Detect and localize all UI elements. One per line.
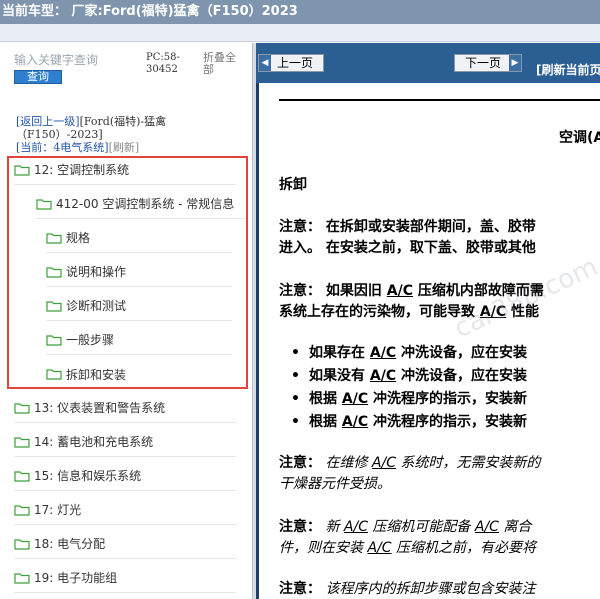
tree-item-19[interactable]: 19: 电子功能组 xyxy=(14,563,236,593)
text-run: 根据 xyxy=(309,391,342,407)
folder-icon xyxy=(14,538,30,550)
text-run: 该程序内的拆卸步骤或包含安装注 xyxy=(321,581,536,597)
window-title: 当前车型： 厂家:Ford(福特)猛禽（F150）2023 xyxy=(0,0,600,24)
note4-line2: 件，则在安装 A/C 压缩机之前，有必要将 xyxy=(279,538,600,559)
pc-line2: 30452 xyxy=(146,64,178,75)
breadcrumb: [返回上一级][Ford(福特)-猛禽 （F150）-2023] [当前：4电气… xyxy=(16,115,246,154)
tree-label: 13: 仪表装置和警告系统 xyxy=(34,401,166,415)
back-link[interactable]: [返回上一级] xyxy=(16,115,80,128)
folder-icon xyxy=(14,504,30,516)
bullet-4: 根据 A/C 冲洗程序的指示，安装新 xyxy=(291,411,527,433)
header-rule xyxy=(279,99,600,101)
refresh-page-link[interactable]: [刷新当前页 xyxy=(536,61,600,78)
arrow-left-icon: ◀ xyxy=(259,55,271,71)
text-run: 压缩机可能配备 xyxy=(367,519,475,535)
next-page-label: 下一页 xyxy=(465,56,502,70)
folder-icon xyxy=(14,402,30,414)
ac-link[interactable]: A/C xyxy=(342,391,368,407)
tree-label: 18: 电气分配 xyxy=(34,537,106,551)
ac-link[interactable]: A/C xyxy=(367,540,391,556)
ac-link[interactable]: A/C xyxy=(370,345,396,361)
left-panel: 输入关键字查询 查询 PC:58- 30452 折叠全部 [返回上一级][For… xyxy=(0,43,252,599)
text-run: 系统时，无需安装新的 xyxy=(395,455,541,471)
search-area: 输入关键字查询 查询 xyxy=(14,51,98,84)
current-prefix: [当前： xyxy=(16,141,54,154)
text-run: 离合 xyxy=(498,519,532,535)
note2-line2: 系统上存在的污染物，可能导致 A/C 性能 xyxy=(279,302,600,323)
current-label: 4电气系统] xyxy=(53,141,109,154)
note-label: 注意： xyxy=(279,581,321,597)
text-run: 冲洗设备，应在安装 xyxy=(396,345,527,361)
ac-link[interactable]: A/C xyxy=(370,368,396,384)
tree-item-15[interactable]: 15: 信息和娱乐系统 xyxy=(14,461,236,491)
note3-line2: 干燥器元件受损。 xyxy=(279,476,391,492)
selection-highlight-box xyxy=(7,156,248,389)
tree-label: 15: 信息和娱乐系统 xyxy=(34,469,142,483)
bullet-3: 根据 A/C 冲洗程序的指示，安装新 xyxy=(291,388,527,410)
tree-label: 14: 蓄电池和充电系统 xyxy=(34,435,154,449)
note4-line1: 注意： 新 A/C 压缩机可能配备 A/C 离合 xyxy=(279,517,600,538)
arrow-right-icon: ▶ xyxy=(509,55,521,71)
prev-page-button[interactable]: ◀ 上一页 xyxy=(258,54,324,72)
refresh-link[interactable]: [刷新] xyxy=(109,141,140,154)
text-run: 新 xyxy=(321,519,344,535)
vehicle-label: [Ford(福特)-猛禽 xyxy=(79,115,167,128)
doc-title: 空调(A xyxy=(559,130,600,146)
tree-item-13[interactable]: 13: 仪表装置和警告系统 xyxy=(14,393,236,423)
note-label: 注意： xyxy=(279,455,321,471)
ac-link[interactable]: A/C xyxy=(342,414,368,430)
text-run: 冲洗程序的指示，安装新 xyxy=(368,414,527,430)
text-run: 在维修 xyxy=(321,455,372,471)
next-page-button[interactable]: 下一页 ▶ xyxy=(454,54,522,72)
folder-icon xyxy=(14,470,30,482)
text-run: 如果没有 xyxy=(309,368,370,384)
note3-line1: 注意： 在维修 A/C 系统时，无需安装新的 xyxy=(279,453,600,474)
text-run: 冲洗设备，应在安装 xyxy=(396,368,527,384)
prev-page-label: 上一页 xyxy=(277,56,314,70)
text-run: 件，则在安装 xyxy=(279,540,368,556)
ac-link[interactable]: A/C xyxy=(372,455,396,471)
tree-label: 19: 电子功能组 xyxy=(34,571,118,585)
tree-label: 17: 灯光 xyxy=(34,503,82,517)
collapse-all-button[interactable]: 折叠全部 xyxy=(203,52,243,76)
pc-code: PC:58- 30452 xyxy=(146,52,180,76)
ac-link[interactable]: A/C xyxy=(344,519,368,535)
title-subbar xyxy=(0,24,600,42)
text-run: 压缩机之前，有必要将 xyxy=(391,540,536,556)
page-toolbar: ◀ 上一页 下一页 ▶ [刷新当前页 xyxy=(256,43,600,83)
section-heading: 拆卸 xyxy=(279,177,307,193)
search-input[interactable]: 输入关键字查询 xyxy=(14,51,98,68)
ac-link[interactable]: A/C xyxy=(387,283,413,299)
tree-item-18[interactable]: 18: 电气分配 xyxy=(14,529,236,559)
text-run: 如果存在 xyxy=(309,345,370,361)
bullet-1: 如果存在 A/C 冲洗设备，应在安装 xyxy=(291,342,527,364)
search-button[interactable]: 查询 xyxy=(14,70,62,84)
note1-line1: 注意： 在拆卸或安装部件期间，盖、胶带 xyxy=(279,219,536,235)
note-label: 注意： xyxy=(279,519,321,535)
document-panel: ◀ 上一页 下一页 ▶ [刷新当前页 空调(A 拆卸 注意： 在拆卸或安装部件期… xyxy=(256,43,600,599)
text-run: 根据 xyxy=(309,414,342,430)
folder-icon xyxy=(14,436,30,448)
document-view: 空调(A 拆卸 注意： 在拆卸或安装部件期间，盖、胶带 进入。 在安装之前，取下… xyxy=(256,83,600,599)
ac-link[interactable]: A/C xyxy=(475,519,499,535)
folder-icon xyxy=(14,572,30,584)
vehicle-label-2: （F150）-2023] xyxy=(16,128,103,141)
tree-item-17[interactable]: 17: 灯光 xyxy=(14,495,236,525)
text-run: 注意： 如果因旧 xyxy=(279,283,387,299)
bullet-2: 如果没有 A/C 冲洗设备，应在安装 xyxy=(291,365,527,387)
text-run: 冲洗程序的指示，安装新 xyxy=(368,391,527,407)
pc-line1: PC:58- xyxy=(146,52,180,63)
note1-line2: 进入。 在安装之前，取下盖、胶带或其他 xyxy=(279,240,536,256)
tree-item-14[interactable]: 14: 蓄电池和充电系统 xyxy=(14,427,236,457)
note5-line1: 注意： 该程序内的拆卸步骤或包含安装注 xyxy=(279,579,600,599)
